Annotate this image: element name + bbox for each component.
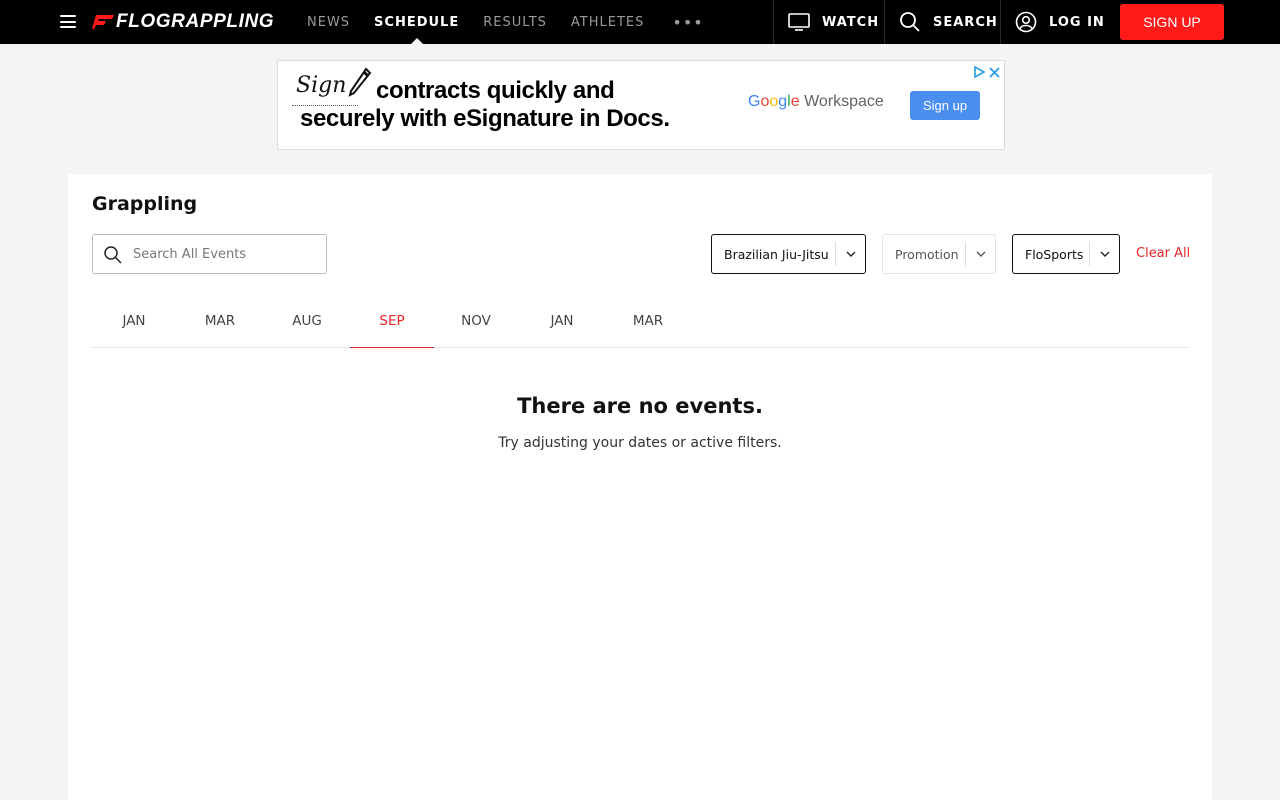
month-tab-nov[interactable]: NOV	[434, 294, 518, 347]
hamburger-menu-icon[interactable]	[60, 15, 76, 28]
schedule-card: Grappling Brazilian Jiu-Jitsu Promotion …	[68, 174, 1212, 800]
nav-link-results[interactable]: RESULTS	[483, 0, 547, 44]
nav-link-news[interactable]: NEWS	[307, 0, 350, 44]
top-navigation: FLOGRAPPLING NEWS SCHEDULE RESULTS ATHLE…	[0, 0, 1280, 44]
ad-headline-line1: contracts quickly and	[376, 77, 615, 104]
network-filter-value: FloSports	[1025, 246, 1084, 262]
login-button[interactable]: LOG IN	[1000, 0, 1107, 44]
month-tab-mar-next[interactable]: MAR	[606, 294, 690, 347]
ad-headline-line2: securely with eSignature in Docs.	[300, 105, 670, 132]
login-label: LOG IN	[1049, 14, 1105, 30]
empty-state-title: There are no events.	[517, 394, 763, 418]
sign-up-button[interactable]: SIGN UP	[1120, 4, 1224, 40]
nav-link-athletes[interactable]: ATHLETES	[571, 0, 644, 44]
month-tab-jan-next[interactable]: JAN	[520, 294, 604, 347]
sport-filter-value: Brazilian Jiu-Jitsu	[724, 246, 829, 262]
month-tabs: JAN MAR AUG SEP NOV JAN MAR	[92, 294, 1188, 348]
ad-banner[interactable]: Sign contracts quickly and securely with…	[277, 60, 1005, 150]
page-title: Grappling	[92, 193, 198, 215]
clear-all-filters-link[interactable]: Clear All	[1136, 246, 1190, 261]
primary-nav-links: NEWS SCHEDULE RESULTS ATHLETES •••	[307, 0, 704, 44]
flo-logo-mark-icon	[92, 15, 114, 29]
monitor-icon	[788, 13, 810, 31]
chevron-down-icon	[835, 242, 865, 266]
month-tab-aug[interactable]: AUG	[265, 294, 349, 347]
user-circle-icon	[1015, 11, 1037, 33]
logo-text: FLOGRAPPLING	[116, 11, 275, 32]
chevron-down-icon	[1089, 242, 1119, 266]
watch-button[interactable]: WATCH	[773, 0, 884, 44]
ad-choices[interactable]	[974, 63, 1000, 82]
month-tab-jan[interactable]: JAN	[92, 294, 176, 347]
sport-filter-dropdown[interactable]: Brazilian Jiu-Jitsu	[711, 234, 866, 274]
flograppling-logo[interactable]: FLOGRAPPLING	[92, 9, 274, 35]
search-icon	[899, 11, 921, 33]
google-workspace-logo: Google Workspace	[748, 93, 884, 110]
month-tab-mar[interactable]: MAR	[178, 294, 262, 347]
chevron-down-icon	[965, 242, 995, 266]
ad-choices-play-icon[interactable]	[974, 63, 986, 82]
ad-sign-up-button[interactable]: Sign up	[910, 91, 980, 120]
nav-search-button[interactable]: SEARCH	[884, 0, 1000, 44]
nav-link-schedule[interactable]: SCHEDULE	[374, 0, 459, 44]
promotion-filter-value: Promotion	[895, 246, 959, 262]
ad-headline: contracts quickly and securely with eSig…	[300, 77, 670, 133]
watch-label: WATCH	[822, 14, 880, 30]
network-filter-dropdown[interactable]: FloSports	[1012, 234, 1120, 274]
ad-close-icon[interactable]	[989, 63, 1000, 82]
event-search-field[interactable]	[92, 234, 327, 274]
search-icon	[103, 245, 123, 269]
search-events-input[interactable]	[133, 244, 318, 264]
empty-state-subtitle: Try adjusting your dates or active filte…	[498, 435, 782, 451]
search-label: SEARCH	[933, 14, 998, 30]
promotion-filter-dropdown[interactable]: Promotion	[882, 234, 996, 274]
more-menu-button[interactable]: •••	[672, 13, 703, 32]
month-tab-sep[interactable]: SEP	[350, 294, 434, 348]
